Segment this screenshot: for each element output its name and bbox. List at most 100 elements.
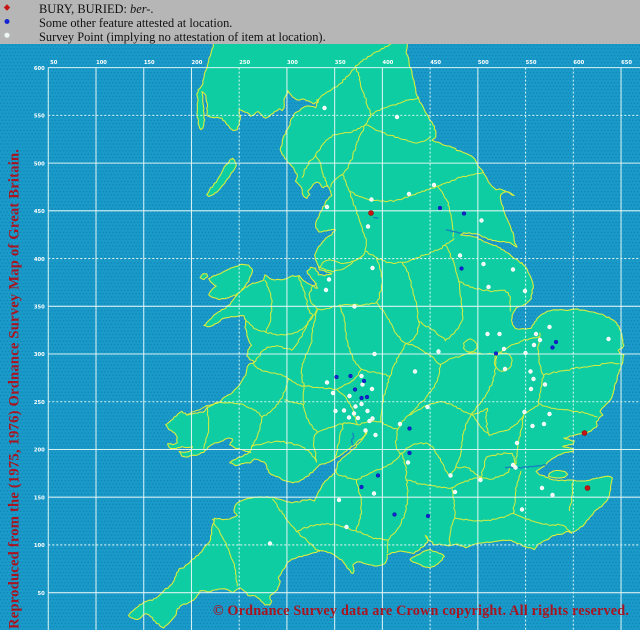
survey-point — [334, 374, 339, 380]
grid-label-northing: 50 — [38, 591, 46, 597]
survey-point — [360, 382, 365, 387]
survey-point — [479, 218, 484, 223]
survey-point — [437, 205, 443, 211]
survey-point — [369, 386, 375, 392]
survey-point — [542, 382, 548, 387]
survey-point — [364, 394, 370, 400]
grid-label-easting: 450 — [430, 60, 441, 66]
grid-label-northing: 350 — [34, 304, 45, 310]
survey-point — [522, 409, 527, 415]
survey-point — [584, 485, 591, 491]
survey-point — [425, 404, 430, 410]
grid-label-northing: 600 — [34, 66, 45, 72]
survey-point — [431, 182, 437, 188]
survey-point — [375, 473, 381, 478]
survey-point — [510, 267, 516, 272]
grid-label-northing: 500 — [34, 161, 45, 167]
survey-point — [606, 336, 611, 342]
survey-point — [531, 342, 537, 348]
survey-point — [344, 524, 349, 530]
survey-point — [425, 513, 431, 519]
legend-item-survey: Survey Point (implying no attestation of… — [39, 29, 326, 44]
grid-label-easting: 400 — [382, 60, 393, 66]
map-canvas[interactable]: 50 100 150 200 250 300 350 400 450 500 550 600 650 60… — [0, 0, 640, 630]
survey-point — [461, 211, 467, 216]
grid-label-easting: 150 — [144, 60, 155, 66]
dialect-survey-map-page: { "legend": { "items": [ { "marker": "re… — [0, 0, 640, 630]
survey-point — [406, 191, 412, 197]
survey-point — [485, 331, 490, 337]
survey-point — [367, 418, 372, 424]
survey-point — [547, 324, 552, 330]
survey-point — [493, 351, 499, 356]
survey-point — [497, 331, 502, 337]
grid-label-easting: 250 — [239, 60, 250, 66]
survey-point — [346, 415, 352, 420]
survey-point — [359, 395, 364, 401]
survey-point — [341, 408, 347, 413]
survey-point — [436, 349, 441, 354]
grid-label-northing: 150 — [34, 495, 45, 501]
survey-point — [486, 284, 491, 290]
grid-label-easting: 550 — [526, 60, 537, 66]
survey-point — [361, 378, 367, 384]
survey-point — [333, 408, 338, 414]
survey-point — [448, 473, 453, 478]
legend-item-other: Some other feature attested at location. — [39, 15, 233, 30]
survey-point — [322, 105, 327, 111]
survey-point — [412, 369, 418, 374]
survey-point — [553, 339, 559, 345]
grid-label-easting: 200 — [192, 60, 203, 66]
survey-point — [513, 465, 518, 470]
grid-label-easting: 100 — [96, 60, 107, 66]
survey-point — [522, 288, 528, 294]
survey-point — [363, 428, 368, 433]
survey-point — [528, 369, 533, 374]
grid-label-easting: 500 — [478, 60, 489, 66]
survey-point — [324, 204, 330, 210]
survey-point — [330, 390, 336, 396]
survey-point — [457, 253, 463, 258]
survey-point — [397, 421, 403, 427]
survey-point — [326, 277, 332, 282]
survey-point — [324, 380, 330, 385]
survey-point — [368, 210, 374, 216]
survey-point — [530, 423, 535, 429]
legend: BURY, BURIED: ber-. Some other feature a… — [0, 0, 640, 44]
grid-label-easting: 600 — [573, 60, 584, 66]
survey-point — [407, 426, 412, 431]
survey-point — [365, 408, 370, 414]
grid-label-northing: 300 — [34, 352, 45, 358]
survey-point — [355, 415, 361, 421]
grid-label-easting: 300 — [287, 60, 298, 66]
survey-point — [359, 401, 364, 407]
survey-point — [392, 512, 397, 517]
survey-point — [528, 386, 534, 392]
survey-point — [581, 430, 588, 436]
legend-red-dot — [3, 4, 11, 11]
survey-point — [539, 485, 545, 491]
survey-point — [550, 345, 555, 350]
survey-point — [353, 404, 358, 409]
grid-label-northing: 400 — [34, 257, 45, 263]
survey-point — [547, 411, 552, 417]
survey-point — [550, 492, 555, 498]
survey-point — [365, 224, 371, 229]
survey-point — [352, 387, 358, 392]
survey-point — [348, 373, 353, 379]
legend-white-dot — [4, 32, 10, 38]
survey-point — [371, 491, 377, 496]
survey-point — [405, 460, 411, 465]
grid-label-northing: 100 — [34, 543, 45, 549]
survey-point — [502, 366, 508, 372]
survey-point — [481, 261, 486, 267]
survey-point — [533, 331, 539, 337]
grid-label-northing: 550 — [34, 114, 45, 120]
survey-point — [352, 304, 357, 309]
survey-point — [541, 421, 547, 427]
survey-point — [478, 477, 483, 483]
survey-point — [452, 489, 458, 495]
survey-point — [459, 266, 464, 271]
legend-item-bury: BURY, BURIED: ber-. — [39, 1, 154, 16]
landmass-5 — [547, 469, 569, 479]
